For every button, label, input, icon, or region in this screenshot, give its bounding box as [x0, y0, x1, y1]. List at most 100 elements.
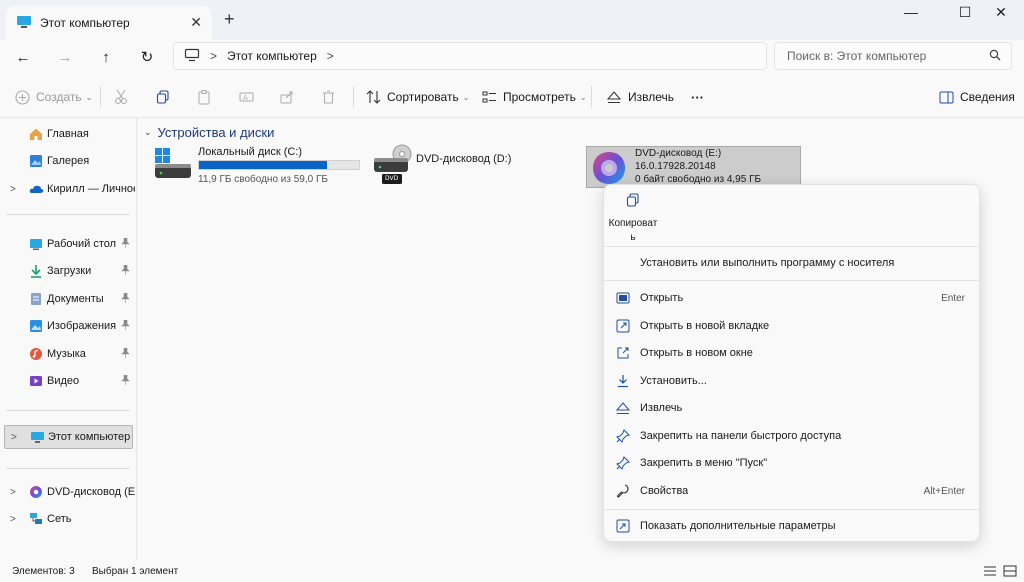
sidebar-item-label: Этот компьютер — [48, 431, 131, 443]
address-bar[interactable]: > Этот компьютер > — [173, 42, 767, 70]
sidebar-item-home[interactable]: Главная — [0, 122, 137, 146]
chevron-down-icon[interactable]: ⌄ — [144, 127, 152, 138]
minimize-button[interactable]: — — [888, 4, 934, 20]
sidebar-item-onedrive[interactable]: > Кирилл — Личное — [0, 177, 137, 201]
back-button[interactable]: ← — [9, 45, 37, 71]
toolbar-divider — [353, 86, 354, 108]
share-icon — [279, 89, 295, 105]
context-copy-button[interactable]: Копировать — [607, 193, 659, 245]
cut-button[interactable] — [113, 87, 135, 107]
sidebar-item-gallery[interactable]: Галерея — [0, 149, 137, 173]
menu-item-pin-quick-access[interactable]: Закрепить на панели быстрого доступа — [604, 424, 979, 448]
drive-name: DVD-дисковод (D:) — [416, 153, 512, 165]
sort-button[interactable]: Сортировать ⌄ — [365, 87, 469, 107]
chevron-down-icon: ⌄ — [579, 92, 587, 102]
drive-item-e[interactable]: DVD-дисковод (E:) 16.0.17928.20148 0 бай… — [586, 146, 801, 188]
copy-button[interactable] — [155, 87, 177, 107]
tab-title: Этот компьютер — [40, 16, 130, 30]
drive-item-c[interactable]: Локальный диск (C:) 11,9 ГБ свободно из … — [150, 144, 375, 186]
eject-icon — [615, 400, 631, 416]
pin-icon[interactable] — [121, 237, 130, 250]
sidebar-item-videos[interactable]: Видео — [0, 369, 137, 393]
navigation-pane: Главная Галерея > Кирилл — Личное Рабочи… — [0, 118, 137, 560]
rename-icon: A — [238, 89, 254, 105]
details-button[interactable]: Сведения — [938, 87, 1015, 107]
sidebar-divider — [6, 410, 130, 411]
desktop-icon — [29, 237, 43, 251]
sidebar-item-label: Галерея — [47, 155, 90, 167]
details-view-icon[interactable] — [983, 565, 997, 577]
clipboard-icon — [196, 89, 212, 105]
pin-icon[interactable] — [121, 319, 130, 332]
sidebar-item-label: Главная — [47, 128, 89, 140]
forward-button[interactable]: → — [51, 45, 79, 71]
pin-icon[interactable] — [121, 347, 130, 360]
menu-divider — [604, 509, 979, 510]
new-tab-button[interactable]: + — [224, 9, 235, 30]
search-icon[interactable] — [989, 49, 1001, 64]
create-button[interactable]: Создать ⌄ — [14, 87, 92, 107]
chevron-down-icon: ⌄ — [462, 92, 470, 102]
menu-item-shortcut: Enter — [941, 292, 965, 304]
menu-item-eject[interactable]: Извлечь — [604, 396, 979, 420]
menu-item-pin-start[interactable]: Закрепить в меню "Пуск" — [604, 451, 979, 475]
share-button[interactable] — [279, 87, 301, 107]
sidebar-item-music[interactable]: Музыка — [0, 342, 137, 366]
menu-item-open-new-window[interactable]: Открыть в новом окне — [604, 341, 979, 365]
menu-item-install[interactable]: Установить... — [604, 369, 979, 393]
sidebar-item-dvd-e[interactable]: > DVD-дисковод (E:) — [0, 480, 137, 504]
sidebar-item-desktop[interactable]: Рабочий стол — [0, 232, 137, 256]
tab-close-icon[interactable]: ✕ — [190, 14, 202, 31]
sidebar-item-downloads[interactable]: Загрузки — [0, 259, 137, 283]
pin-icon[interactable] — [121, 264, 130, 277]
expand-chevron-icon[interactable]: > — [10, 487, 16, 498]
properties-icon — [615, 483, 631, 499]
item-count: Элементов: 3 — [12, 566, 75, 577]
drive-item-d[interactable]: DVD DVD-дисковод (D:) — [370, 144, 580, 186]
sidebar-divider — [6, 468, 130, 469]
sort-label: Сортировать — [387, 90, 459, 104]
delete-button[interactable] — [320, 87, 342, 107]
refresh-button[interactable]: ↻ — [133, 45, 161, 71]
chevron-down-icon: ⌄ — [85, 92, 93, 102]
more-button[interactable]: ··· — [691, 87, 704, 107]
tiles-view-icon[interactable] — [1003, 565, 1017, 577]
up-button[interactable]: ↑ — [92, 45, 120, 71]
onedrive-icon — [29, 182, 44, 196]
tab-this-pc[interactable]: Этот компьютер ✕ — [6, 6, 212, 40]
expand-chevron-icon[interactable]: > — [10, 514, 16, 525]
menu-item-more-options[interactable]: Показать дополнительные параметры — [604, 514, 979, 538]
drive-free-space: 11,9 ГБ свободно из 59,0 ГБ — [198, 174, 328, 185]
eject-button[interactable]: Извлечь — [606, 87, 674, 107]
search-input[interactable]: Поиск в: Этот компьютер — [774, 42, 1012, 70]
drive-usage-fill — [199, 161, 327, 169]
paste-button[interactable] — [196, 87, 218, 107]
group-header[interactable]: ⌄ Устройства и диски — [144, 125, 274, 140]
close-button[interactable]: ✕ — [978, 4, 1024, 21]
menu-item-label: Открыть в новой вкладке — [640, 320, 770, 332]
install-icon — [615, 373, 631, 389]
scissors-icon — [113, 89, 129, 105]
rename-button[interactable]: A — [238, 87, 260, 107]
breadcrumb-chevron[interactable]: > — [327, 49, 334, 63]
menu-item-open[interactable]: Открыть Enter — [604, 286, 979, 310]
pin-icon[interactable] — [121, 292, 130, 305]
sidebar-item-pictures[interactable]: Изображения — [0, 314, 137, 338]
menu-item-properties[interactable]: Свойства Alt+Enter — [604, 479, 979, 503]
breadcrumb[interactable]: Этот компьютер — [227, 49, 317, 63]
sidebar-item-documents[interactable]: Документы — [0, 287, 137, 311]
create-label: Создать — [36, 90, 82, 104]
breadcrumb-separator[interactable]: > — [210, 49, 217, 63]
expand-chevron-icon[interactable]: > — [11, 432, 17, 443]
view-button[interactable]: Просмотреть ⌄ — [481, 87, 587, 107]
menu-item-label: Открыть в новом окне — [640, 347, 753, 359]
drive-usage-bar — [198, 160, 360, 170]
expand-chevron-icon[interactable]: > — [10, 184, 16, 195]
pin-icon[interactable] — [121, 374, 130, 387]
details-pane-icon — [938, 89, 954, 105]
menu-item-open-new-tab[interactable]: Открыть в новой вкладке — [604, 314, 979, 338]
menu-item-autorun[interactable]: Установить или выполнить программу с нос… — [604, 251, 979, 275]
sidebar-item-network[interactable]: > Сеть — [0, 507, 137, 531]
sidebar-item-this-pc[interactable]: > Этот компьютер — [4, 425, 133, 449]
menu-item-shortcut: Alt+Enter — [923, 485, 965, 497]
